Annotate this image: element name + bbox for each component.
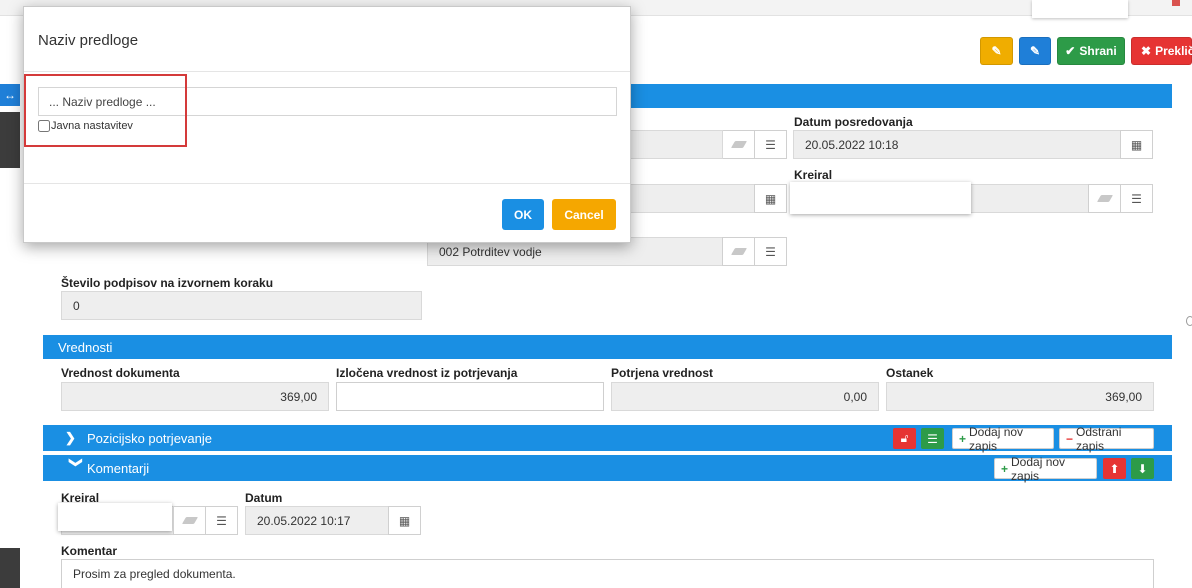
komentar-label: Komentar bbox=[61, 544, 118, 558]
clear-button[interactable] bbox=[722, 130, 755, 159]
eraser-icon bbox=[730, 248, 747, 255]
plus-icon: + bbox=[1001, 461, 1009, 476]
unlock-button[interactable]: 🔓︎ bbox=[893, 428, 916, 449]
naziv-predloge-modal: Naziv predloge Javna nastavitev OK Cance… bbox=[23, 6, 631, 243]
pozicijsko-remove-label: Odstrani zapis bbox=[1076, 424, 1122, 453]
download-button[interactable]: ⬇ bbox=[1131, 458, 1154, 479]
modal-footer-divider bbox=[24, 183, 630, 184]
check-icon: ✔ bbox=[1065, 44, 1076, 58]
potrjena-vrednost-label: Potrjena vrednost bbox=[611, 366, 714, 380]
izlocena-vrednost-label: Izločena vrednost iz potrjevanja bbox=[336, 366, 518, 380]
close-icon: ✖ bbox=[1141, 44, 1152, 58]
list-icon: ☰ bbox=[765, 137, 776, 152]
plus-icon: + bbox=[959, 431, 967, 446]
list-icon: ☰ bbox=[765, 244, 776, 259]
stevilo-podpisov-field[interactable]: 0 bbox=[61, 291, 422, 320]
cancel-edit-label: Prekliči bbox=[1155, 44, 1192, 58]
section-title-pozicijsko: Pozicijsko potrjevanje bbox=[87, 430, 213, 446]
kreiral-label: Kreiral bbox=[794, 168, 833, 182]
list-icon: ☰ bbox=[216, 513, 227, 528]
edit-note-button[interactable]: ✎ bbox=[980, 37, 1013, 65]
section-bar-vrednosti: Vrednosti bbox=[43, 335, 1172, 359]
ostanek-label: Ostanek bbox=[886, 366, 934, 380]
chevron-right-icon: ❯ bbox=[65, 430, 76, 445]
modal-header-divider bbox=[24, 71, 630, 72]
resize-handle[interactable] bbox=[1186, 316, 1192, 326]
calendar-button-komentar[interactable]: ▦ bbox=[388, 506, 421, 535]
komentarji-add-button[interactable]: + Dodaj nov zapis bbox=[994, 455, 1097, 483]
kreiral-overlay bbox=[790, 182, 971, 214]
clear-button-komentar[interactable] bbox=[173, 506, 206, 535]
highlight-box bbox=[24, 74, 187, 147]
list-view-button[interactable]: ☰ bbox=[921, 428, 944, 449]
stevilo-podpisov-label: Število podpisov na izvornem koraku bbox=[61, 276, 274, 290]
modal-title: Naziv predloge bbox=[38, 32, 139, 49]
calendar-button-2[interactable]: ▦ bbox=[754, 184, 787, 213]
vrednost-dokumenta-label: Vrednost dokumenta bbox=[61, 366, 180, 380]
list-button[interactable]: ☰ bbox=[754, 130, 787, 159]
izlocena-vrednost-field[interactable] bbox=[336, 382, 604, 411]
vrednost-dokumenta-field[interactable]: 369,00 bbox=[61, 382, 329, 411]
pozicijsko-remove-button[interactable]: − Odstrani zapis bbox=[1059, 425, 1154, 453]
list-icon: ☰ bbox=[1131, 191, 1142, 206]
komentar-datum-field[interactable]: 20.05.2022 10:17 bbox=[245, 506, 389, 535]
edit-button[interactable]: ✎ bbox=[1019, 37, 1051, 65]
calendar-icon: ▦ bbox=[764, 191, 777, 206]
sidebar-panel bbox=[0, 112, 20, 168]
list-button-kreiral[interactable]: ☰ bbox=[1120, 184, 1153, 213]
eraser-icon bbox=[1096, 195, 1113, 202]
komentarji-add-label: Dodaj nov zapis bbox=[1011, 454, 1066, 483]
cancel-edit-button[interactable]: ✖ Prekliči bbox=[1131, 37, 1192, 65]
save-button[interactable]: ✔ Shrani bbox=[1057, 37, 1125, 65]
list-icon: ☰ bbox=[927, 431, 938, 446]
section-title-vrednosti: Vrednosti bbox=[58, 339, 113, 355]
clear-button-step[interactable] bbox=[722, 237, 755, 266]
edit-square-icon: ✎ bbox=[991, 44, 1002, 58]
section-title-komentarji: Komentarji bbox=[87, 460, 150, 476]
sidebar-panel-bottom bbox=[0, 548, 20, 588]
top-red-indicator bbox=[1172, 0, 1180, 6]
cancel-button[interactable]: Cancel bbox=[552, 199, 616, 230]
komentar-textarea[interactable]: Prosim za pregled dokumenta. bbox=[61, 559, 1154, 588]
chevron-down-icon: ❯ bbox=[69, 457, 84, 468]
sidebar-toggle[interactable]: ↔ bbox=[0, 84, 20, 106]
komentar-datum-label: Datum bbox=[245, 491, 283, 505]
clear-button-kreiral[interactable] bbox=[1088, 184, 1121, 213]
upload-button[interactable]: ⬆ bbox=[1103, 458, 1126, 479]
calendar-icon: ▦ bbox=[398, 513, 411, 528]
datum-posredovanja-label: Datum posredovanja bbox=[794, 115, 913, 129]
eraser-icon bbox=[730, 141, 747, 148]
datum-posredovanja-field[interactable]: 20.05.2022 10:18 bbox=[793, 130, 1121, 159]
field-upper-1[interactable] bbox=[629, 130, 723, 159]
field-upper-2[interactable] bbox=[629, 184, 755, 213]
top-dropdown-tab[interactable] bbox=[1032, 0, 1128, 18]
calendar-icon: ▦ bbox=[1130, 137, 1143, 152]
save-button-label: Shrani bbox=[1079, 44, 1117, 58]
unlock-icon: 🔓︎ bbox=[900, 431, 909, 445]
pozicijsko-add-label: Dodaj nov zapis bbox=[969, 424, 1024, 453]
eraser-icon bbox=[181, 517, 198, 524]
ostanek-field[interactable]: 369,00 bbox=[886, 382, 1154, 411]
pozicijsko-add-button[interactable]: + Dodaj nov zapis bbox=[952, 425, 1054, 453]
list-button-step[interactable]: ☰ bbox=[754, 237, 787, 266]
list-button-komentar[interactable]: ☰ bbox=[205, 506, 238, 535]
upload-icon: ⬆ bbox=[1109, 461, 1120, 476]
pencil-icon: ✎ bbox=[1029, 44, 1041, 58]
download-icon: ⬇ bbox=[1137, 461, 1148, 476]
ok-button[interactable]: OK bbox=[502, 199, 544, 230]
komentar-kreiral-overlay bbox=[58, 503, 172, 531]
arrows-horizontal-icon: ↔ bbox=[4, 88, 16, 102]
potrjena-vrednost-field[interactable]: 0,00 bbox=[611, 382, 879, 411]
minus-icon: − bbox=[1066, 431, 1074, 446]
calendar-button[interactable]: ▦ bbox=[1120, 130, 1153, 159]
